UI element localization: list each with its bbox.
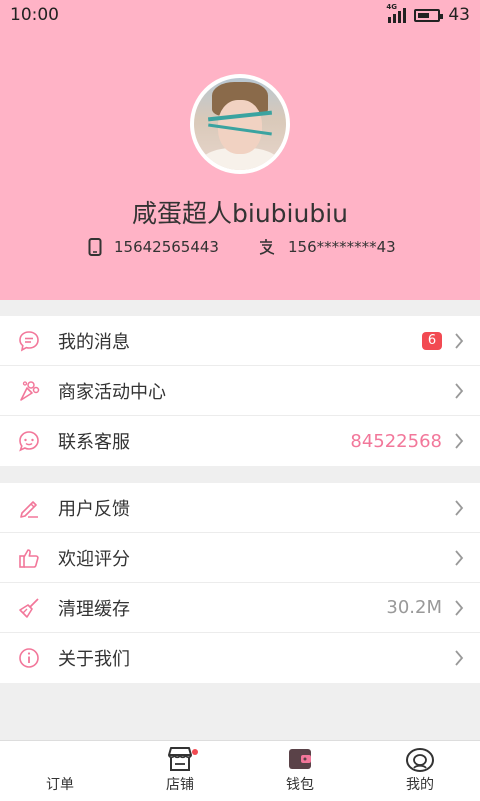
menu-item-about-us[interactable]: 关于我们 [0, 633, 480, 683]
phone-info: 15642565443 [88, 238, 219, 256]
activity-icon [20, 380, 40, 401]
menu-item-merchant-activity[interactable]: 商家活动中心 [0, 366, 480, 416]
menu-item-messages[interactable]: 我的消息 6 [0, 316, 480, 366]
chevron-right-icon [455, 599, 464, 616]
tab-wallet[interactable]: 钱包 [240, 741, 360, 801]
avatar-image [194, 78, 286, 170]
cache-size: 30.2M [386, 597, 442, 618]
notification-dot [192, 749, 198, 755]
tab-label: 订单 [46, 777, 74, 793]
signal-icon: 4G [386, 3, 407, 23]
chevron-right-icon [455, 650, 464, 666]
contact-info: 15642565443 156********43 [0, 238, 480, 264]
menu-item-label: 关于我们 [58, 649, 130, 670]
menu-group-2: 用户反馈 欢迎评分 清理缓存 30.2M 关于我们 [0, 483, 480, 683]
menu-item-rating[interactable]: 欢迎评分 [0, 533, 480, 583]
unread-badge: 6 [422, 331, 442, 350]
menu-item-label: 用户反馈 [58, 498, 130, 520]
menu-group-1: 我的消息 6 商家活动中心 联系客服 84522568 [0, 316, 480, 466]
username: 咸蛋超人biubiubiu [132, 199, 348, 228]
service-icon [19, 431, 39, 452]
tab-label: 我的 [406, 777, 434, 793]
tab-profile[interactable]: 我的 [360, 741, 480, 801]
phone-icon [88, 238, 102, 256]
tab-orders[interactable]: 订单 [0, 741, 120, 801]
menu-item-label: 清理缓存 [58, 598, 130, 620]
alipay-info: 156********43 [258, 238, 396, 256]
menu-item-label: 我的消息 [58, 331, 130, 353]
status-time: 10:00 [10, 5, 59, 25]
chevron-right-icon [455, 382, 464, 399]
chevron-right-icon [455, 499, 464, 516]
menu-item-contact-service[interactable]: 联系客服 84522568 [0, 416, 480, 466]
avatar[interactable] [190, 74, 290, 174]
wallet-icon [289, 749, 311, 769]
menu-item-clear-cache[interactable]: 清理缓存 30.2M [0, 583, 480, 633]
message-icon [19, 330, 39, 352]
chevron-right-icon [455, 332, 464, 349]
menu-item-label: 联系客服 [58, 432, 130, 453]
service-phone: 84522568 [350, 430, 442, 452]
phone-number: 15642565443 [114, 238, 219, 256]
store-icon [168, 747, 192, 771]
menu-item-label: 商家活动中心 [58, 381, 166, 403]
tab-label: 钱包 [286, 777, 314, 793]
profile-header: 咸蛋超人biubiubiu 15642565443 156********43 [0, 0, 480, 300]
profile-icon [406, 748, 434, 772]
info-icon [19, 648, 39, 668]
chevron-right-icon [455, 433, 464, 449]
menu-item-label: 欢迎评分 [58, 548, 130, 570]
alipay-account: 156********43 [288, 238, 396, 256]
tab-label: 店铺 [166, 777, 194, 793]
alipay-icon [259, 239, 275, 255]
bottom-tab-bar: 订单 店铺 钱包 我的 [0, 740, 480, 801]
battery-icon [414, 8, 444, 22]
menu-item-feedback[interactable]: 用户反馈 [0, 483, 480, 533]
thumbs-up-icon [19, 548, 39, 568]
status-bar: 10:00 4G 43 [0, 0, 480, 30]
tab-store[interactable]: 店铺 [120, 741, 240, 801]
battery-level: 43 [448, 5, 470, 25]
chevron-right-icon [455, 549, 464, 566]
feedback-icon [20, 500, 38, 518]
broom-icon [19, 597, 39, 618]
